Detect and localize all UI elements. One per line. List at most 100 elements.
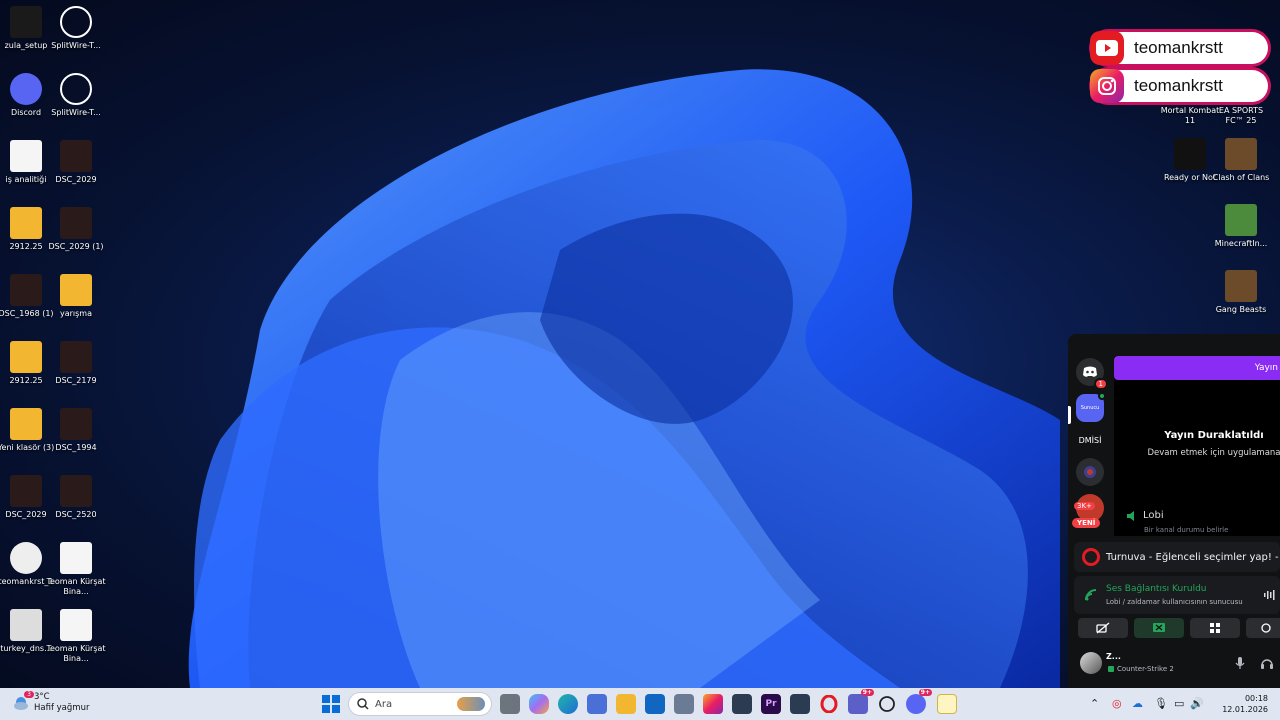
discord-home-icon[interactable]: 1	[1076, 358, 1108, 390]
photo-icon	[10, 475, 42, 507]
server-icon[interactable]	[1076, 458, 1104, 486]
volume-icon[interactable]: 🔊	[1190, 697, 1204, 710]
desktop-icon[interactable]: Teoman Kürşat Bina...	[46, 609, 106, 664]
edge-icon[interactable]	[558, 694, 578, 714]
desktop-icon[interactable]: iş analitiği	[0, 140, 52, 185]
search-highlight-icon	[457, 697, 485, 711]
desktop-icon[interactable]: Teoman Kürşat Bina...	[46, 542, 106, 597]
server-icon-dmisi[interactable]: DMİSİ	[1076, 426, 1104, 454]
desktop-icon-label: DSC_2029	[55, 175, 97, 184]
screen-share-icon	[1153, 623, 1165, 632]
desktop-icon[interactable]: DSC_2029	[0, 475, 52, 520]
stream-bar[interactable]: Yayın	[1114, 356, 1280, 380]
file-explorer-icon[interactable]	[616, 694, 636, 714]
new-badge: YENİ	[1072, 518, 1101, 528]
desktop-icon[interactable]: DSC_2029	[50, 140, 102, 185]
network-icon[interactable]: ▭	[1174, 697, 1184, 710]
photo-icon	[60, 475, 92, 507]
microphone-icon[interactable]	[1234, 656, 1246, 670]
stream-paused-subtitle: Devam etmek için uygulamana	[1147, 448, 1280, 458]
voice-server: Lobi / zaldamar kullanıcısının sunucusu	[1106, 598, 1243, 606]
splitwire-icon	[60, 73, 92, 105]
desktop-icon[interactable]: Gang Beasts	[1215, 270, 1267, 315]
task-view-icon[interactable]	[500, 694, 520, 714]
chevron-up-icon[interactable]: ⌃	[1090, 697, 1099, 710]
outlook-icon[interactable]	[645, 694, 665, 714]
youtube-icon	[1090, 31, 1124, 65]
desktop-icon[interactable]: DSC_1968 (1)	[0, 274, 54, 319]
activities-icon	[1210, 623, 1220, 633]
taskbar: 3 3°C Hafif yağmur Ara Pr 9+ 9+ ⌃ ◎ ☁ 🎙 …	[0, 688, 1280, 720]
zula-icon	[10, 6, 42, 38]
weather-icon: 3	[12, 691, 34, 712]
taskbar-search[interactable]: Ara	[348, 692, 492, 716]
desktop-icon[interactable]: DSC_1994	[50, 408, 102, 453]
desktop-icon[interactable]: turkey_dns...	[0, 609, 52, 654]
desktop-icon[interactable]: MinecraftIn...	[1215, 204, 1267, 249]
activities-button[interactable]	[1190, 618, 1240, 638]
desktop-icon[interactable]: SplitWire-T...	[50, 6, 102, 51]
channel-status[interactable]: Bir kanal durumu belirle	[1144, 526, 1228, 534]
desktop-icon[interactable]: Mortal Kombat 11	[1161, 106, 1220, 126]
discord-taskbar-icon[interactable]: 9+	[906, 689, 932, 714]
avatar[interactable]	[1080, 652, 1102, 674]
minecraft-icon	[1225, 204, 1257, 236]
desktop-icon-label: DSC_2520	[55, 510, 97, 519]
desktop-icon[interactable]: 2912.25	[0, 207, 52, 252]
camera-off-button[interactable]	[1078, 618, 1128, 638]
folder-icon	[10, 408, 42, 440]
desktop-icon[interactable]: DSC_2520	[50, 475, 102, 520]
onedrive-icon[interactable]: ☁	[1132, 697, 1143, 710]
app-icon[interactable]	[937, 694, 957, 714]
voice-channel-name[interactable]: Lobi	[1143, 510, 1164, 521]
event-banner[interactable]: Turnuva - Eğlenceli seçimler yap! - ...	[1074, 542, 1280, 572]
game-status-icon	[1108, 666, 1114, 672]
instagram-icon	[1090, 69, 1124, 103]
stream-paused-title: Yayın Duraklatıldı	[1164, 430, 1264, 441]
soundboard-icon	[1261, 623, 1271, 633]
epic-games-icon	[1174, 138, 1206, 170]
desktop-icon[interactable]: DSC_2029 (1)	[48, 207, 104, 252]
document-icon	[60, 542, 92, 574]
desktop-icon[interactable]: EA SPORTS FC™ 25	[1215, 106, 1267, 126]
store-icon[interactable]	[587, 694, 607, 714]
desktop-icon[interactable]: Clash of Clans	[1213, 138, 1269, 183]
date: 12.01.2026	[1222, 705, 1268, 714]
headphones-icon[interactable]	[1260, 656, 1274, 670]
game-icon	[1225, 270, 1257, 302]
discord-overlay: 1 Sunucu DMİSİ 3K+ YENİ Yayın Yayın Dura…	[1068, 334, 1280, 688]
instagram-badge: teomankrstt	[1090, 69, 1268, 103]
app-icon[interactable]	[732, 694, 752, 714]
app-icon[interactable]	[790, 694, 810, 714]
desktop-icon-label: MinecraftIn...	[1214, 239, 1268, 248]
premiere-icon[interactable]: Pr	[761, 694, 781, 714]
teams-icon[interactable]: 9+	[848, 689, 874, 714]
desktop-icon[interactable]: zula_setup	[0, 6, 52, 51]
screen-share-button[interactable]	[1134, 618, 1184, 638]
weather-widget[interactable]: 3 3°C Hafif yağmur	[12, 691, 89, 714]
microphone-tray-icon[interactable]: 🎙	[1154, 697, 1168, 710]
desktop-icon[interactable]: Yeni klasör (3)	[0, 408, 54, 453]
desktop-icon[interactable]: SplitWire-T...	[50, 73, 102, 118]
desktop-icon[interactable]: 2912.25	[0, 341, 52, 386]
settings-icon[interactable]	[674, 694, 694, 714]
desktop-icon[interactable]: Discord	[0, 73, 52, 118]
opera-icon[interactable]	[819, 694, 839, 714]
server-icon-active[interactable]: Sunucu	[1076, 392, 1106, 422]
document-icon	[60, 609, 92, 641]
chatgpt-icon[interactable]	[877, 694, 897, 714]
tray-app-icon[interactable]: ◎	[1112, 697, 1122, 710]
desktop-icon[interactable]: teomankrst_1	[0, 542, 54, 587]
search-icon	[357, 698, 369, 710]
desktop-icon[interactable]: yarışma	[50, 274, 102, 319]
splitwire-icon	[60, 6, 92, 38]
copilot-icon[interactable]	[529, 694, 549, 714]
folder-icon	[10, 207, 42, 239]
desktop-icon[interactable]: Ready or Not	[1164, 138, 1216, 183]
clock[interactable]: 00:18 12.01.2026	[1222, 693, 1268, 715]
start-button[interactable]	[322, 695, 340, 713]
soundboard-button[interactable]	[1246, 618, 1280, 638]
desktop-icon[interactable]: DSC_2179	[50, 341, 102, 386]
instagram-app-icon[interactable]	[703, 694, 723, 714]
user-activity: Counter-Strike 2	[1117, 665, 1174, 673]
